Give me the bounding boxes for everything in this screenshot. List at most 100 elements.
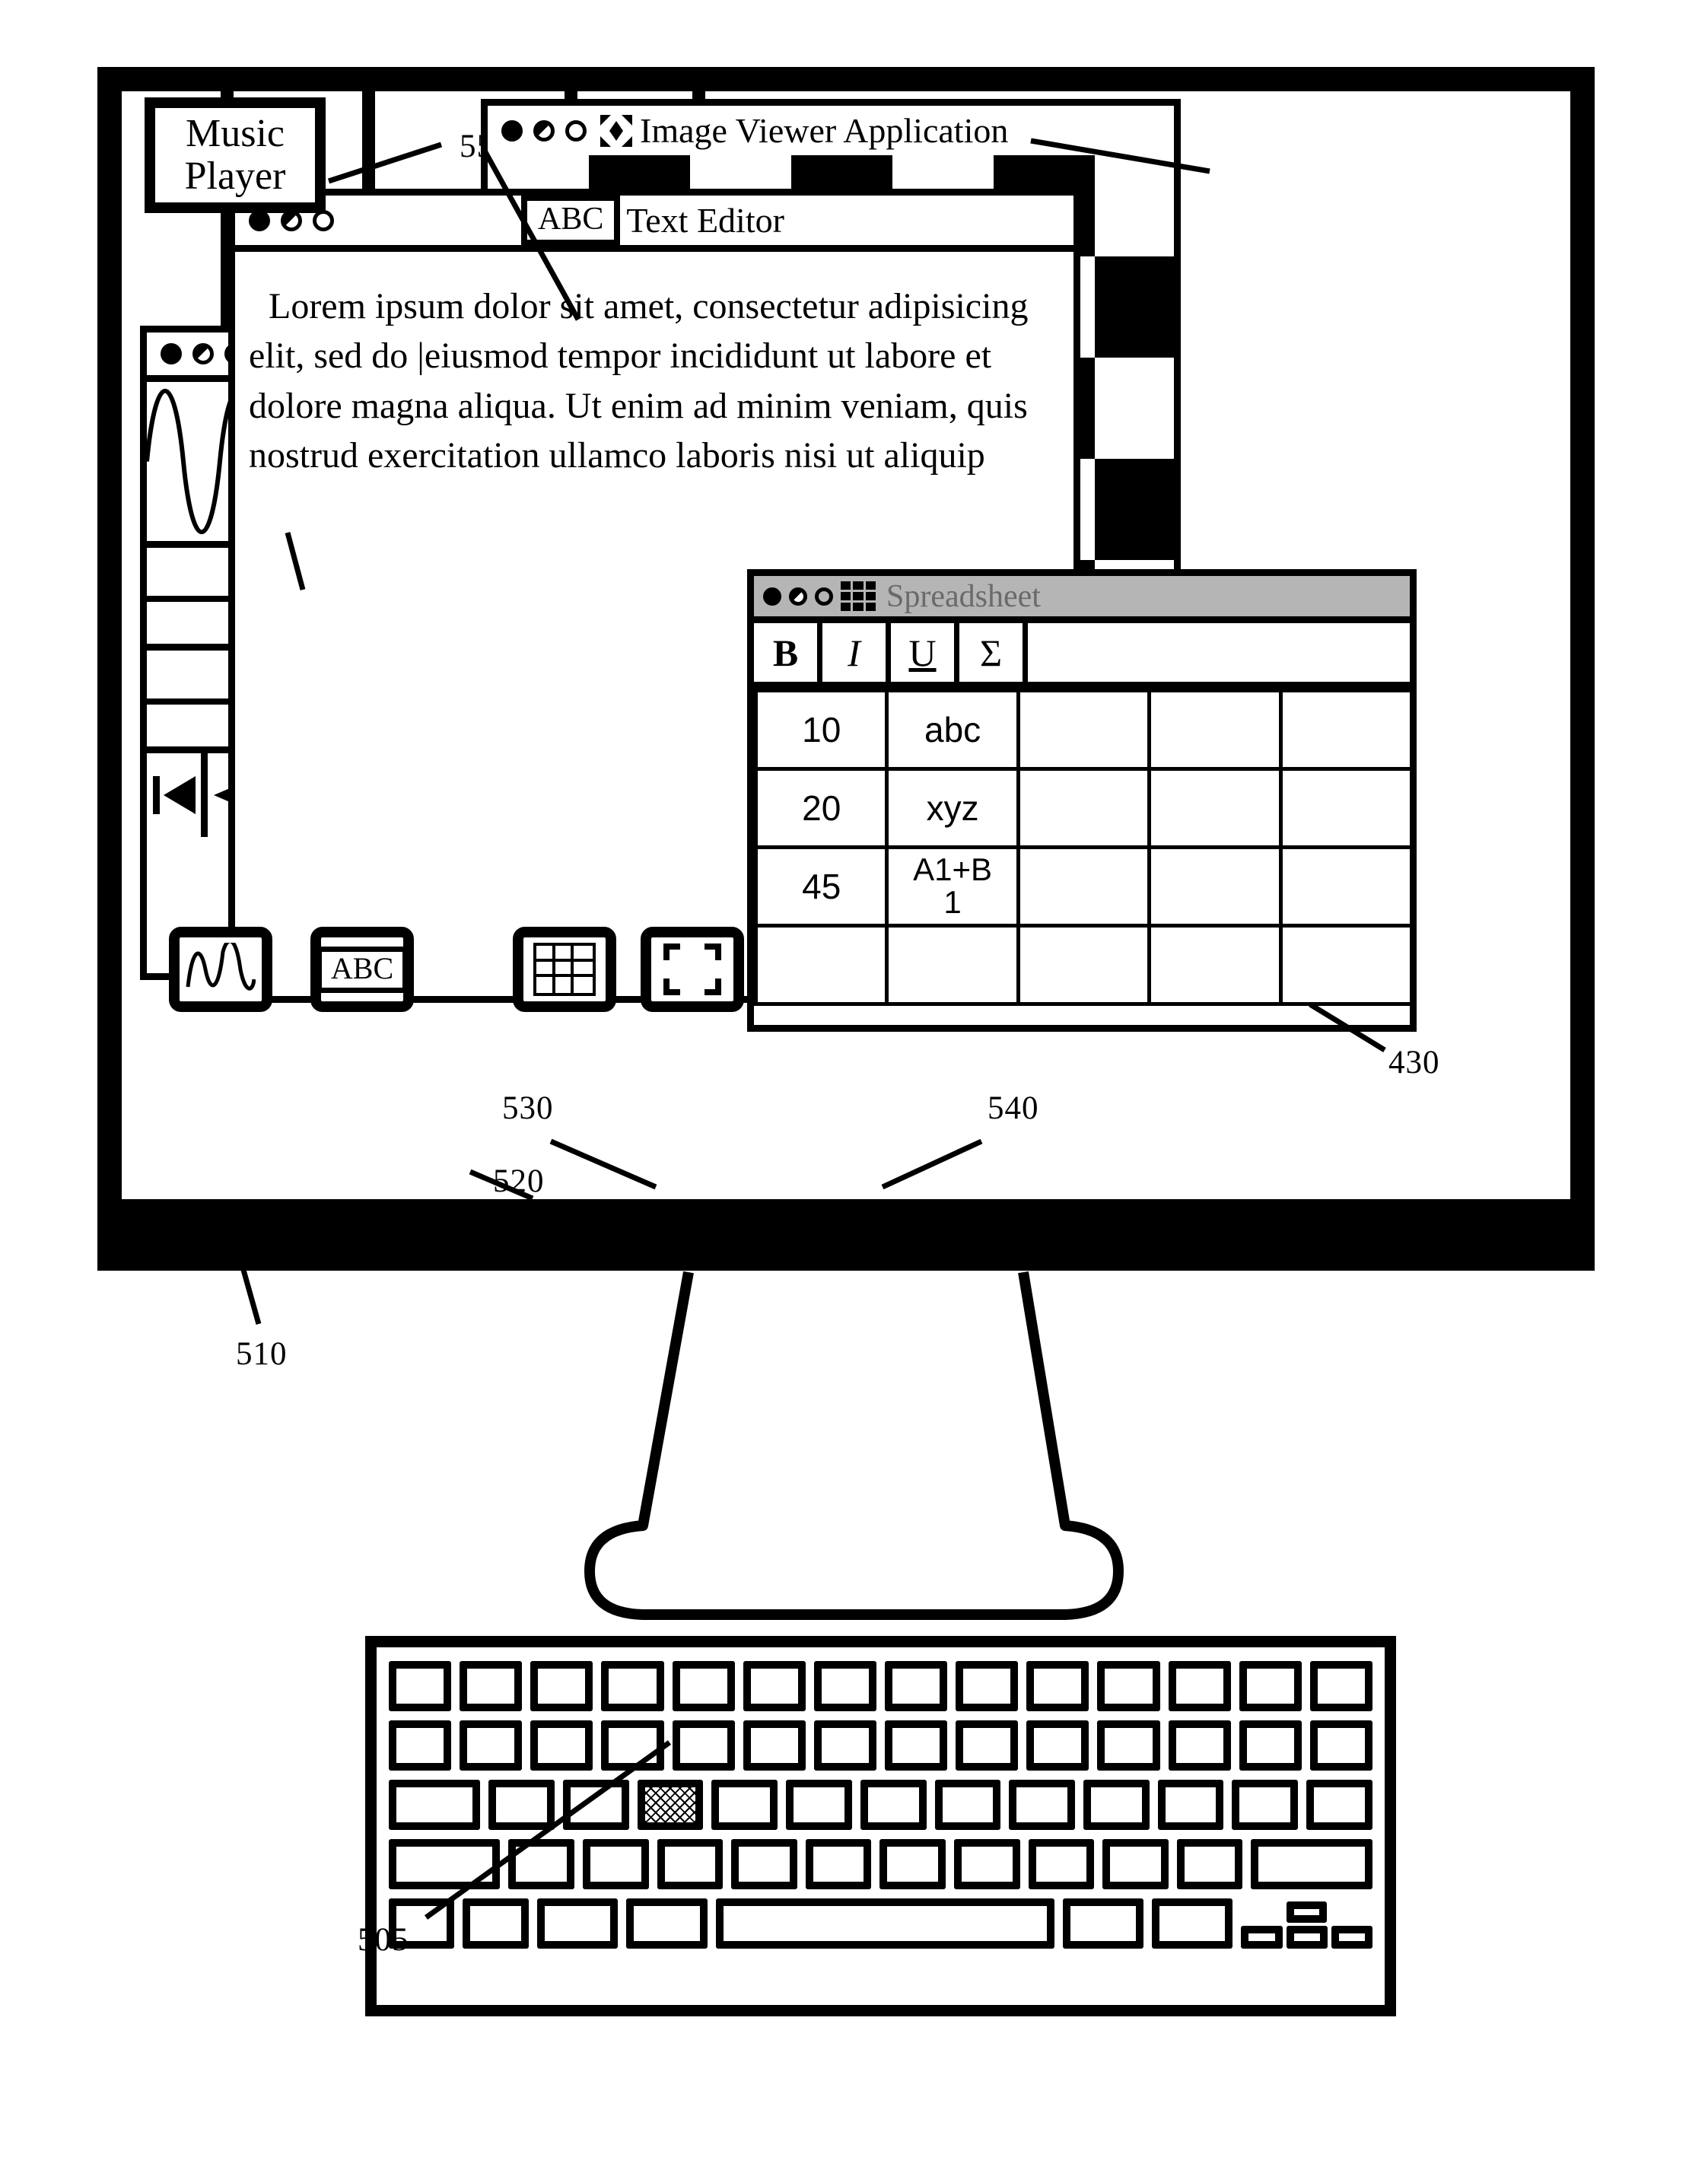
key[interactable] [1026,1661,1089,1711]
key[interactable] [1239,1720,1302,1771]
key[interactable] [536,1898,619,1949]
key[interactable] [601,1661,664,1711]
dock-icon-text-editor[interactable]: ABC [310,927,414,1012]
key[interactable] [1168,1661,1231,1711]
arrow-down-key[interactable] [1286,1926,1328,1949]
cell-a2[interactable]: 20 [753,767,889,849]
key[interactable] [626,1898,708,1949]
key[interactable] [1062,1898,1143,1949]
cell-b4[interactable] [885,924,1020,1006]
key[interactable] [731,1839,797,1889]
cell-a4[interactable] [753,924,889,1006]
key[interactable] [813,1720,876,1771]
spreadsheet-window[interactable]: Spreadsheet B I U Σ 10 abc 20 xyz 45 A1+… [747,569,1417,1032]
key[interactable] [1026,1720,1089,1771]
key[interactable] [389,1839,501,1889]
close-dot-icon[interactable] [763,587,781,606]
minimize-dot-icon[interactable] [533,119,555,142]
key[interactable] [786,1780,852,1830]
key[interactable] [657,1839,724,1889]
key[interactable] [488,1780,555,1830]
underline-button[interactable]: U [891,623,959,682]
highlighted-key[interactable] [637,1780,704,1830]
key[interactable] [1309,1720,1372,1771]
arrow-up-key[interactable] [1286,1901,1328,1923]
close-dot-icon[interactable] [501,119,523,142]
key[interactable] [743,1720,806,1771]
key[interactable] [1309,1661,1372,1711]
key[interactable] [1102,1839,1169,1889]
key[interactable] [460,1720,523,1771]
key[interactable] [562,1780,629,1830]
table-row[interactable]: 45 A1+B 1 [753,845,1414,928]
sum-button[interactable]: Σ [959,623,1028,682]
arrow-left-key[interactable] [1241,1926,1283,1949]
key[interactable] [884,1661,948,1711]
skip-previous-button[interactable] [147,753,208,837]
key[interactable] [672,1720,735,1771]
key[interactable] [1083,1780,1150,1830]
key[interactable] [1251,1839,1373,1889]
cell-c3[interactable] [1016,845,1152,928]
cell-d3[interactable] [1147,845,1283,928]
close-dot-icon[interactable] [161,343,182,364]
cell-b3[interactable]: A1+B 1 [885,845,1020,928]
bold-button[interactable]: B [754,623,822,682]
cell-d2[interactable] [1147,767,1283,849]
key[interactable] [805,1839,872,1889]
spreadsheet-titlebar[interactable]: Spreadsheet [754,576,1410,623]
key[interactable] [1306,1780,1372,1830]
cell-d1[interactable] [1147,689,1283,771]
key[interactable] [1157,1780,1224,1830]
spreadsheet-window-controls[interactable] [754,587,833,606]
key[interactable] [389,1661,452,1711]
key[interactable] [956,1661,1019,1711]
text-editor-titlebar[interactable]: ABC Text Editor [235,194,1073,252]
maximize-dot-icon[interactable] [565,119,587,142]
key[interactable] [1009,1780,1075,1830]
key[interactable] [463,1898,529,1949]
key[interactable] [1168,1720,1231,1771]
key[interactable] [860,1780,927,1830]
cell-c1[interactable] [1016,689,1152,771]
key[interactable] [956,1720,1019,1771]
key[interactable] [1232,1780,1299,1830]
key[interactable] [884,1720,948,1771]
table-row[interactable] [753,924,1414,1006]
cell-e4[interactable] [1278,924,1414,1006]
cell-b2[interactable]: xyz [885,767,1020,849]
key[interactable] [1097,1720,1160,1771]
key[interactable] [813,1661,876,1711]
spreadsheet-toolbar[interactable]: B I U Σ [754,623,1410,689]
table-row[interactable]: 20 xyz [753,767,1414,849]
cell-a3[interactable]: 45 [753,845,889,928]
cell-d4[interactable] [1147,924,1283,1006]
key[interactable] [672,1661,735,1711]
cell-e3[interactable] [1278,845,1414,928]
key[interactable] [389,1780,481,1830]
cell-c2[interactable] [1016,767,1152,849]
key[interactable] [530,1661,593,1711]
cell-e2[interactable] [1278,767,1414,849]
key[interactable] [934,1780,1001,1830]
key[interactable] [583,1839,649,1889]
key[interactable] [1151,1898,1233,1949]
maximize-dot-icon[interactable] [815,587,833,606]
spreadsheet-grid[interactable]: 10 abc 20 xyz 45 A1+B 1 [753,689,1414,1006]
cell-c4[interactable] [1016,924,1152,1006]
cell-a1[interactable]: 10 [753,689,889,771]
cell-e1[interactable] [1278,689,1414,771]
image-viewer-titlebar[interactable]: Image Viewer Application [488,106,1174,162]
dock-icon-music[interactable] [169,927,272,1012]
key[interactable] [711,1780,778,1830]
key[interactable] [879,1839,946,1889]
dock-icon-spreadsheet[interactable] [513,927,616,1012]
key[interactable] [389,1720,452,1771]
minimize-dot-icon[interactable] [789,587,807,606]
key[interactable] [1176,1839,1243,1889]
key[interactable] [508,1839,575,1889]
dock-icon-fullscreen[interactable] [641,927,744,1012]
key[interactable] [743,1661,806,1711]
key[interactable] [953,1839,1020,1889]
key[interactable] [530,1720,593,1771]
